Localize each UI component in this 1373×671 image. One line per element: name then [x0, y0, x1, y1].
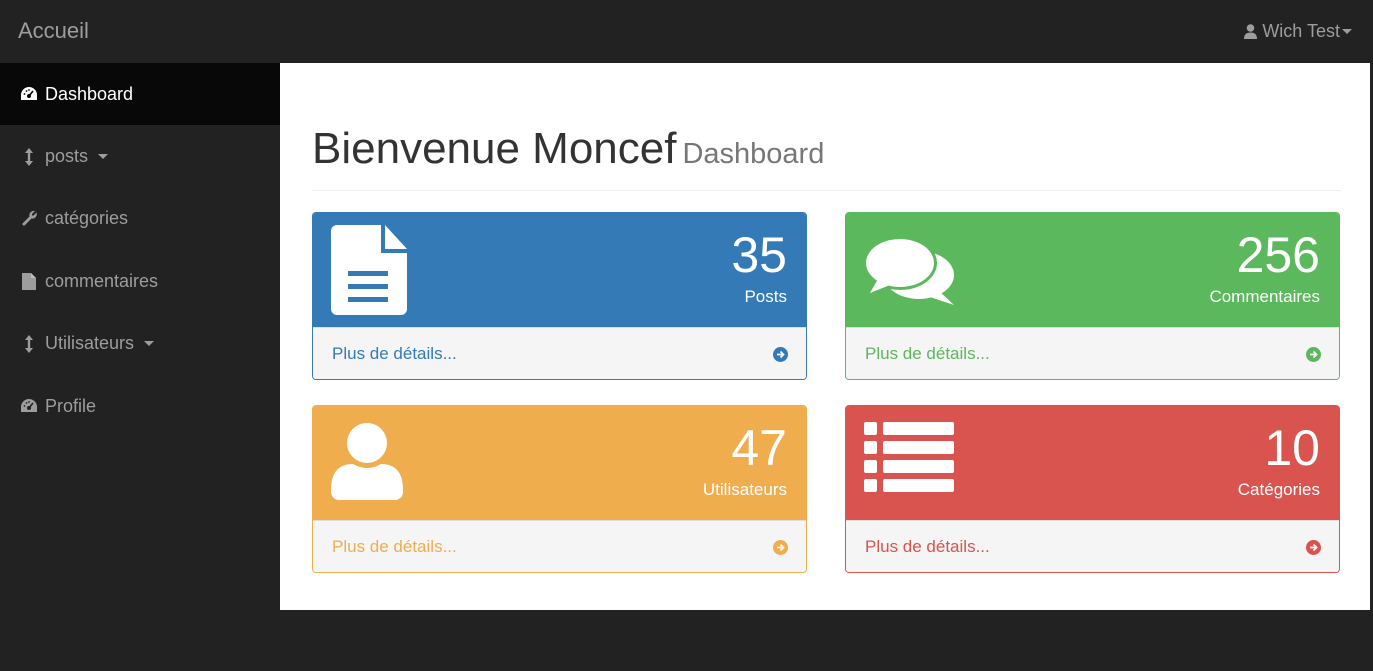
file-icon: [20, 272, 38, 290]
resize-vertical-icon: [20, 147, 38, 166]
sidebar-item-profile[interactable]: Profile: [0, 375, 280, 437]
comments-count: 256: [1236, 227, 1320, 283]
page-subtitle: Dashboard: [682, 138, 825, 170]
users-count: 47: [731, 420, 787, 476]
page-title-text: Bienvenue Moncef: [312, 124, 677, 173]
panel-heading: 256 Commentaires: [846, 213, 1339, 327]
panel-heading: 47 Utilisateurs: [313, 406, 806, 520]
arrow-circle-right-icon: [773, 346, 788, 362]
details-text: Plus de détails...: [865, 344, 990, 363]
categories-details-link[interactable]: Plus de détails...: [846, 520, 1339, 572]
page-title: Bienvenue Moncef Dashboard: [312, 125, 1341, 178]
sidebar: Dashboard posts catégories commentaires: [0, 63, 280, 671]
user-name: Wich Test: [1262, 21, 1340, 41]
arrow-circle-right-icon: [773, 539, 788, 555]
user-icon: [331, 422, 403, 505]
posts-label: Posts: [744, 287, 787, 306]
page-header: Bienvenue Moncef Dashboard: [312, 125, 1341, 191]
panel-heading: 35 Posts: [313, 213, 806, 327]
posts-panel: 35 Posts Plus de détails...: [312, 212, 807, 380]
sidebar-item-users[interactable]: Utilisateurs: [0, 313, 280, 375]
sidebar-item-label: posts: [45, 146, 89, 167]
brand-link[interactable]: Accueil: [18, 18, 89, 44]
users-label: Utilisateurs: [702, 480, 787, 499]
comments-details-link[interactable]: Plus de détails...: [846, 327, 1339, 379]
top-navbar: Accueil Wich Test: [0, 0, 1373, 63]
chevron-down-icon: [98, 154, 109, 160]
sidebar-item-label: Dashboard: [45, 83, 134, 104]
arrow-circle-right-icon: [1306, 539, 1321, 555]
posts-details-link[interactable]: Plus de détails...: [313, 327, 806, 379]
sidebar-item-label: Profile: [45, 395, 97, 416]
users-details-link[interactable]: Plus de détails...: [313, 520, 806, 572]
sidebar-item-categories[interactable]: catégories: [0, 188, 280, 250]
panel-heading: 10 Catégories: [846, 406, 1339, 520]
wrench-icon: [20, 210, 38, 228]
file-text-icon: [331, 225, 409, 320]
categories-count: 10: [1264, 420, 1320, 476]
comments-icon: [863, 235, 956, 312]
details-text: Plus de détails...: [865, 537, 990, 556]
chevron-down-icon: [1342, 29, 1352, 34]
resize-vertical-icon: [20, 334, 38, 353]
sidebar-item-comments[interactable]: commentaires: [0, 250, 280, 312]
details-text: Plus de détails...: [332, 537, 457, 556]
list-icon: [864, 422, 954, 499]
sidebar-item-label: commentaires: [45, 270, 159, 291]
sidebar-item-label: catégories: [45, 208, 129, 229]
dashboard-icon: [20, 397, 38, 415]
dashboard-icon: [20, 85, 38, 103]
arrow-circle-right-icon: [1306, 346, 1321, 362]
categories-panel: 10 Catégories Plus de détails...: [845, 405, 1340, 573]
users-panel: 47 Utilisateurs Plus de détails...: [312, 405, 807, 573]
chevron-down-icon: [144, 341, 155, 347]
sidebar-item-dashboard[interactable]: Dashboard: [0, 63, 280, 126]
categories-label: Catégories: [1237, 480, 1320, 499]
user-icon: [1244, 24, 1258, 39]
comments-panel: 256 Commentaires Plus de détails...: [845, 212, 1340, 380]
comments-label: Commentaires: [1209, 287, 1320, 306]
sidebar-item-posts[interactable]: posts: [0, 125, 280, 187]
details-text: Plus de détails...: [332, 344, 457, 363]
posts-count: 35: [731, 227, 787, 283]
user-dropdown[interactable]: Wich Test: [1244, 21, 1352, 42]
sidebar-item-label: Utilisateurs: [45, 333, 135, 354]
main-content: Bienvenue Moncef Dashboard 35 Posts Plus …: [280, 63, 1370, 610]
